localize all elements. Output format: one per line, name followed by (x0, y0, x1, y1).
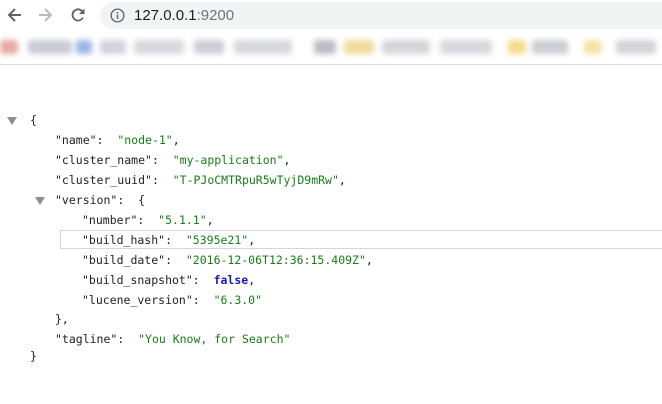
forward-arrow-icon (39, 8, 53, 22)
json-line-lucene-version: "lucene_version": "6.3.0" (82, 293, 263, 307)
bookmarks-bar (0, 32, 662, 62)
json-line-build-snapshot: "build_snapshot": false, (82, 273, 256, 287)
back-button[interactable] (3, 3, 27, 27)
address-bar[interactable]: 127.0.0.1:9200 (100, 2, 662, 29)
browser-window: 127.0.0.1:9200 { "name": "node-1", "clus… (0, 0, 662, 404)
json-key: "name" (55, 133, 97, 147)
json-value: "node-1" (117, 133, 173, 147)
json-line-cluster-uuid: "cluster_uuid": "T-PJoCMTRpuR5wTyjD9mRw"… (55, 173, 346, 187)
bookmarks-blurred (0, 38, 662, 58)
root-open-brace: { (30, 113, 37, 127)
reload-button[interactable] (66, 3, 90, 27)
json-key: "tagline" (55, 332, 118, 346)
url-text[interactable]: 127.0.0.1:9200 (134, 7, 234, 24)
url-host: 127.0.0.1 (134, 7, 197, 24)
json-key: "lucene_version" (82, 293, 193, 307)
json-key: "build_hash" (82, 233, 166, 247)
json-value: "5.1.1" (158, 213, 207, 227)
json-value: "6.3.0" (213, 293, 263, 307)
json-line-number: "number": "5.1.1", (82, 213, 214, 227)
json-key: "version" (55, 193, 118, 207)
json-line-version: "version": { (55, 193, 146, 207)
json-key: "cluster_name" (55, 153, 152, 167)
url-port: :9200 (196, 7, 235, 24)
json-line-tagline: "tagline": "You Know, for Search" (55, 332, 291, 346)
root-close-brace: } (30, 349, 37, 363)
json-key: "build_date" (82, 253, 166, 267)
json-value: "my-application" (172, 153, 284, 167)
json-value: "You Know, for Search" (138, 332, 291, 346)
json-key: "number" (82, 213, 138, 227)
back-arrow-icon (7, 8, 21, 22)
json-line-build-date: "build_date": "2016-12-06T12:36:15.409Z"… (82, 253, 373, 267)
json-line-cluster-name: "cluster_name": "my-application", (55, 153, 291, 167)
forward-button[interactable] (33, 3, 57, 27)
reload-icon (71, 8, 85, 22)
json-viewer: { "name": "node-1", "cluster_name": "my-… (0, 65, 662, 404)
json-value: "5395e21" (185, 233, 249, 247)
collapse-root-toggle[interactable] (7, 117, 17, 125)
json-line-build-hash: "build_hash": "5395e21", (82, 233, 256, 247)
json-value: "2016-12-06T12:36:15.409Z" (185, 253, 366, 267)
json-key: "cluster_uuid" (55, 173, 152, 187)
json-key: "build_snapshot" (82, 273, 193, 287)
json-line-name: "name": "node-1", (55, 133, 180, 147)
json-value: false (213, 273, 249, 287)
version-close-brace: }, (55, 312, 69, 326)
json-value: "T-PJoCMTRpuR5wTyjD9mRw" (172, 173, 339, 187)
browser-toolbar: 127.0.0.1:9200 (0, 0, 662, 32)
info-icon[interactable] (109, 8, 125, 24)
collapse-version-toggle[interactable] (35, 197, 45, 205)
